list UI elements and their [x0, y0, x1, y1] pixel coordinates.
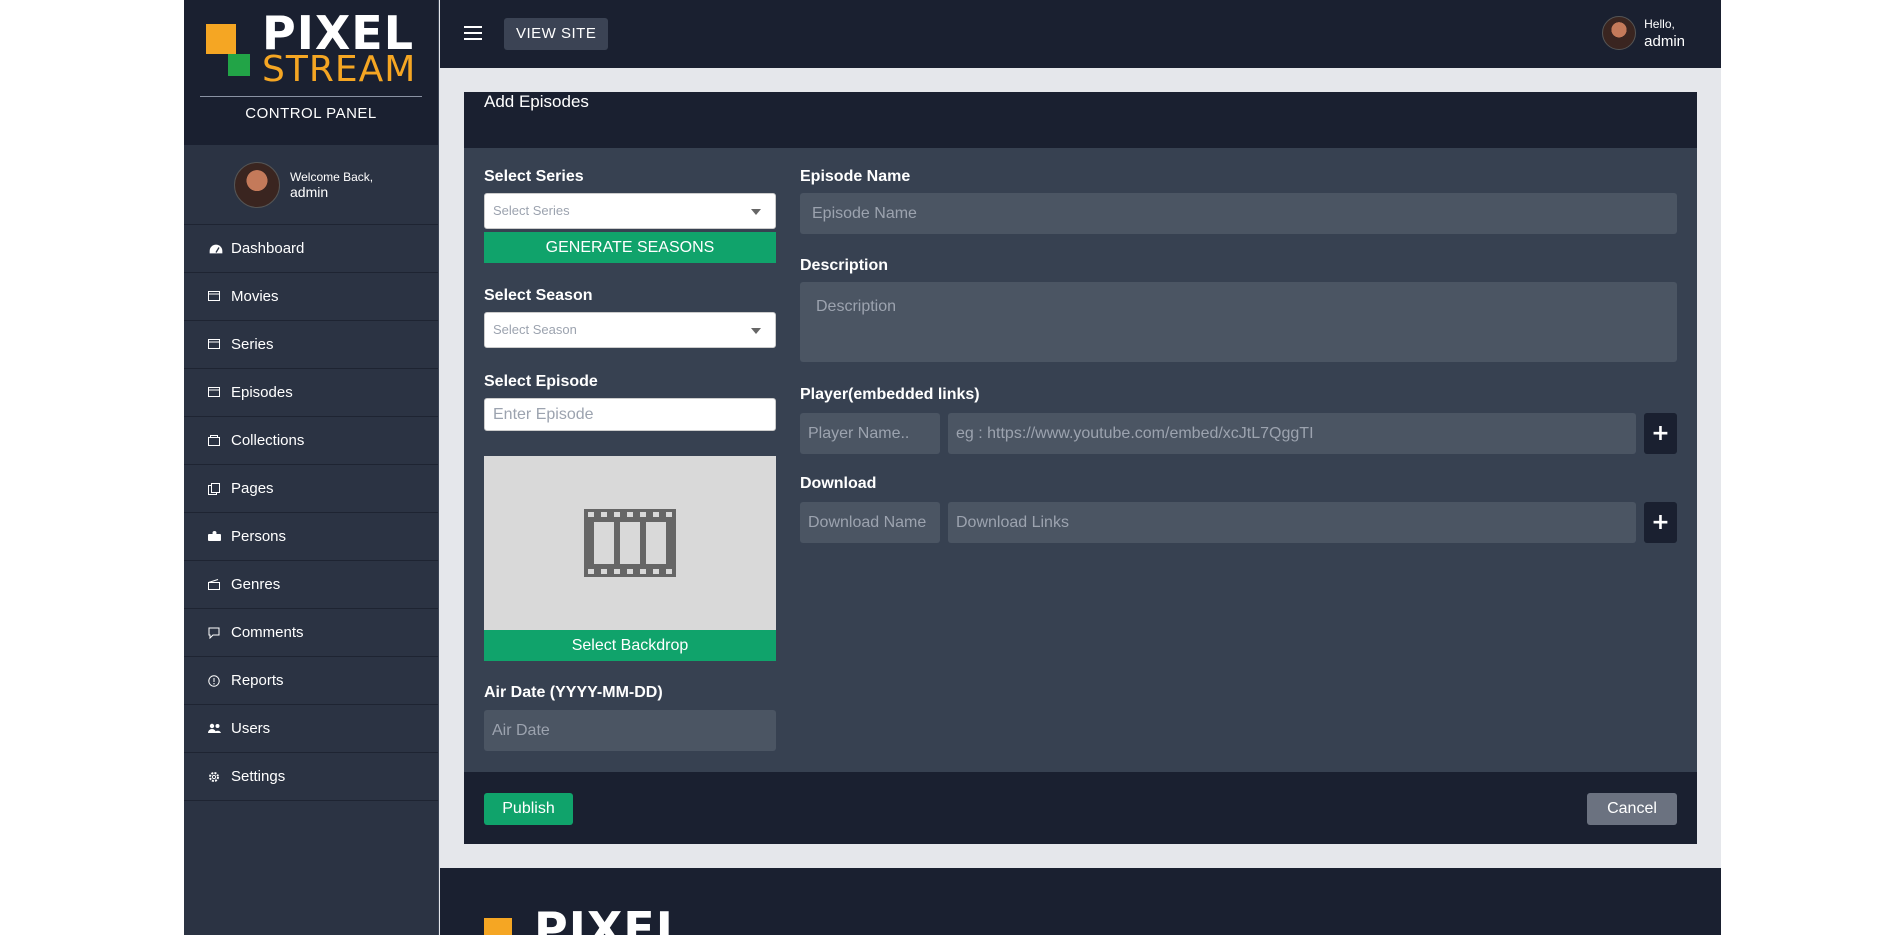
select-series-placeholder: Select Series — [493, 203, 570, 218]
backdrop-preview[interactable] — [484, 456, 776, 630]
sidebar-item-label: Genres — [231, 576, 281, 593]
sidebar: PIXEL STREAM CONTROL PANEL Welcome Back,… — [184, 0, 439, 935]
sidebar-item-label: Pages — [231, 480, 274, 497]
menu-icon[interactable] — [464, 26, 482, 42]
sidebar-nav: Dashboard Movies Series Episodes Collect… — [184, 225, 438, 801]
select-season-placeholder: Select Season — [493, 322, 577, 337]
sidebar-item-dashboard[interactable]: Dashboard — [184, 225, 438, 273]
add-player-button[interactable]: + — [1644, 413, 1677, 454]
avatar — [1602, 16, 1637, 50]
select-episode-label: Select Episode — [484, 373, 598, 390]
topbar: VIEW SITE Hello, admin — [440, 0, 1721, 68]
sidebar-item-label: Settings — [231, 768, 286, 785]
brand-divider — [200, 96, 422, 97]
pages-icon — [208, 482, 222, 495]
user-name: admin — [290, 183, 329, 200]
sidebar-item-genres[interactable]: Genres — [184, 561, 438, 609]
users-icon — [208, 723, 222, 735]
sidebar-item-reports[interactable]: Reports — [184, 657, 438, 705]
people-icon — [208, 530, 222, 543]
footer-logo[interactable]: PIXEL — [484, 902, 687, 935]
sidebar-item-label: Reports — [231, 672, 284, 689]
sidebar-item-collections[interactable]: Collections — [184, 417, 438, 465]
film-icon — [208, 290, 222, 303]
download-label: Download — [800, 475, 877, 492]
logo-pixel-text: PIXEL — [534, 902, 687, 935]
user-menu[interactable]: Hello, admin — [1602, 16, 1685, 50]
sidebar-item-users[interactable]: Users — [184, 705, 438, 753]
episode-input[interactable] — [484, 398, 776, 431]
brand: PIXEL STREAM CONTROL PANEL — [184, 0, 438, 145]
gauge-icon — [208, 242, 224, 255]
folder-icon — [208, 434, 222, 447]
select-series-dropdown[interactable]: Select Series — [484, 193, 776, 229]
sidebar-item-comments[interactable]: Comments — [184, 609, 438, 657]
comment-icon — [208, 627, 222, 639]
publish-button[interactable]: Publish — [484, 793, 573, 825]
sidebar-item-episodes[interactable]: Episodes — [184, 369, 438, 417]
film-icon — [208, 386, 222, 399]
download-links-input[interactable] — [948, 502, 1636, 543]
player-link-input[interactable] — [948, 413, 1636, 454]
chevron-down-icon — [751, 209, 761, 215]
description-textarea[interactable] — [800, 282, 1677, 362]
gear-icon — [208, 771, 222, 783]
air-date-label: Air Date (YYYY-MM-DD) — [484, 684, 663, 701]
film-icon — [208, 338, 222, 351]
card-title: Add Episodes — [464, 92, 1697, 148]
brand-subtitle: CONTROL PANEL — [245, 105, 377, 122]
page-footer: PIXEL — [440, 868, 1721, 935]
view-site-button[interactable]: VIEW SITE — [504, 18, 609, 50]
sidebar-item-label: Comments — [231, 624, 304, 641]
sidebar-user: Welcome Back, admin — [184, 145, 438, 225]
logo-stream-text: STREAM — [262, 49, 417, 90]
sidebar-item-movies[interactable]: Movies — [184, 273, 438, 321]
user-name: admin — [1644, 33, 1685, 50]
select-season-dropdown[interactable]: Select Season — [484, 312, 776, 348]
card-footer: Publish Cancel — [464, 772, 1697, 844]
select-backdrop-button[interactable]: Select Backdrop — [484, 630, 776, 661]
sidebar-item-label: Series — [231, 336, 274, 353]
app-frame: PIXEL STREAM CONTROL PANEL Welcome Back,… — [184, 0, 1721, 935]
clapper-icon — [208, 578, 222, 591]
episode-name-input[interactable] — [800, 193, 1677, 234]
alert-icon — [208, 674, 222, 687]
description-label: Description — [800, 257, 889, 274]
download-name-input[interactable] — [800, 502, 940, 543]
sidebar-item-label: Episodes — [231, 384, 293, 401]
add-download-button[interactable]: + — [1644, 502, 1677, 543]
air-date-input[interactable] — [484, 710, 776, 751]
chevron-down-icon — [751, 328, 761, 334]
avatar — [234, 161, 280, 208]
sidebar-item-pages[interactable]: Pages — [184, 465, 438, 513]
select-series-label: Select Series — [484, 168, 584, 185]
sidebar-item-label: Dashboard — [231, 240, 305, 257]
film-strip-icon — [584, 509, 676, 577]
sidebar-item-label: Collections — [231, 432, 305, 449]
sidebar-item-label: Persons — [231, 528, 287, 545]
logo-green-square — [228, 54, 250, 76]
player-label: Player(embedded links) — [800, 386, 980, 403]
sidebar-item-series[interactable]: Series — [184, 321, 438, 369]
logo-orange-square — [484, 918, 512, 935]
sidebar-item-persons[interactable]: Persons — [184, 513, 438, 561]
logo-orange-square — [206, 24, 236, 54]
generate-seasons-button[interactable]: GENERATE SEASONS — [484, 232, 776, 263]
select-season-label: Select Season — [484, 287, 593, 304]
episode-name-label: Episode Name — [800, 168, 911, 185]
player-name-input[interactable] — [800, 413, 940, 454]
add-episodes-card: Add Episodes Select Series Select Series… — [464, 92, 1697, 844]
sidebar-item-label: Movies — [231, 288, 279, 305]
welcome-text: Welcome Back, — [290, 169, 374, 184]
hello-text: Hello, — [1644, 17, 1675, 31]
logo[interactable]: PIXEL STREAM — [206, 10, 417, 90]
sidebar-item-label: Users — [231, 720, 271, 737]
cancel-button[interactable]: Cancel — [1587, 793, 1677, 825]
sidebar-item-settings[interactable]: Settings — [184, 753, 438, 801]
